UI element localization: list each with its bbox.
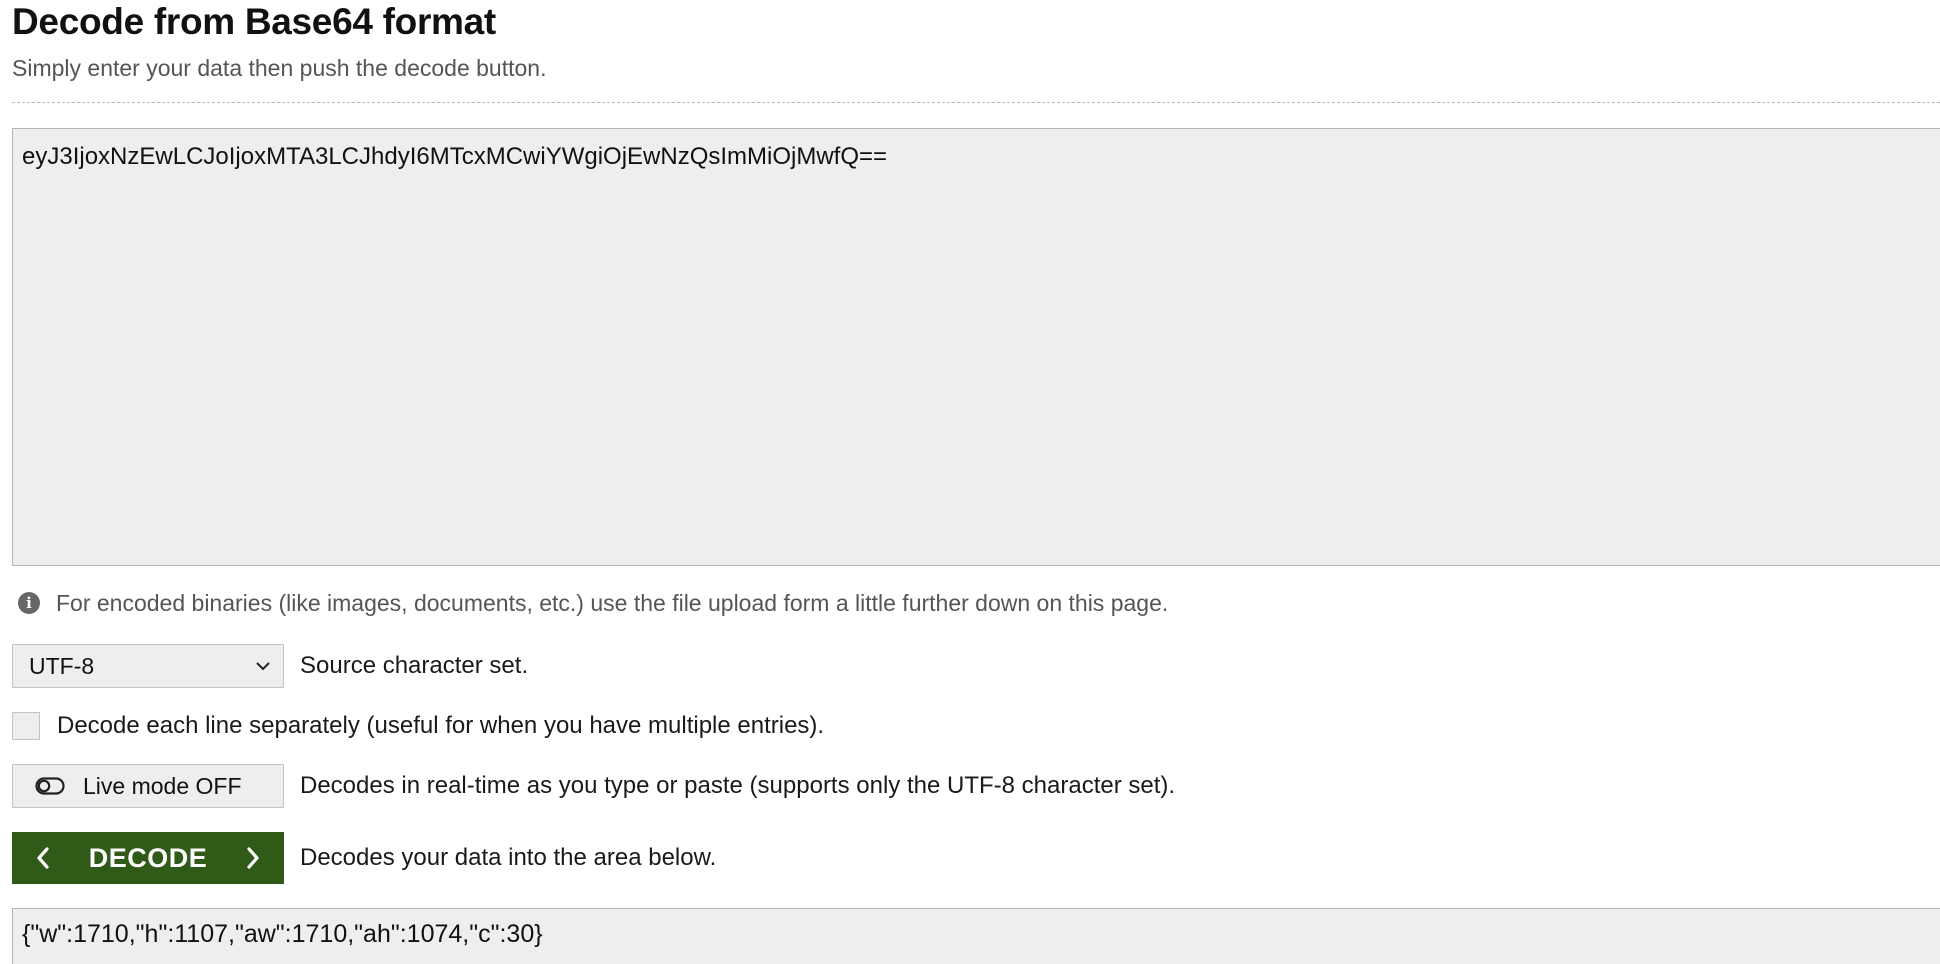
charset-row: UTF-8 Source character set. <box>12 644 528 688</box>
live-mode-description: Decodes in real-time as you type or past… <box>300 772 1176 799</box>
toggle-off-icon <box>35 777 65 795</box>
decoded-output[interactable]: {"w":1710,"h":1107,"aw":1710,"ah":1074,"… <box>12 908 1940 964</box>
live-mode-row: Live mode OFF Decodes in real-time as yo… <box>12 764 1175 808</box>
page-title: Decode from Base64 format <box>12 1 496 42</box>
charset-selected-value: UTF-8 <box>29 652 95 679</box>
decode-page: Decode from Base64 format Simply enter y… <box>0 0 1940 964</box>
lines-row: Decode each line separately (useful for … <box>12 709 824 743</box>
chevron-right-icon <box>247 847 259 869</box>
info-note: i For encoded binaries (like images, doc… <box>18 588 1168 618</box>
decode-button-label: DECODE <box>88 842 208 873</box>
live-mode-button[interactable]: Live mode OFF <box>12 764 284 808</box>
decode-lines-label[interactable]: Decode each line separately (useful for … <box>57 712 824 740</box>
info-text: For encoded binaries (like images, docum… <box>56 590 1169 616</box>
page-subtitle: Simply enter your data then push the dec… <box>12 55 547 81</box>
info-icon: i <box>18 592 40 614</box>
chevron-left-icon <box>37 847 49 869</box>
charset-description: Source character set. <box>300 652 529 679</box>
charset-select[interactable]: UTF-8 <box>12 644 284 688</box>
live-mode-label: Live mode OFF <box>83 772 242 799</box>
decode-description: Decodes your data into the area below. <box>300 844 717 871</box>
decode-button[interactable]: DECODE <box>12 832 284 884</box>
decode-lines-checkbox[interactable] <box>12 712 40 740</box>
base64-input[interactable]: eyJ3IjoxNzEwLCJoIjoxMTA3LCJhdyI6MTcxMCwi… <box>12 128 1940 566</box>
chevron-down-icon <box>256 662 270 671</box>
decode-row: DECODE Decodes your data into the area b… <box>12 832 716 884</box>
divider <box>12 102 1940 103</box>
